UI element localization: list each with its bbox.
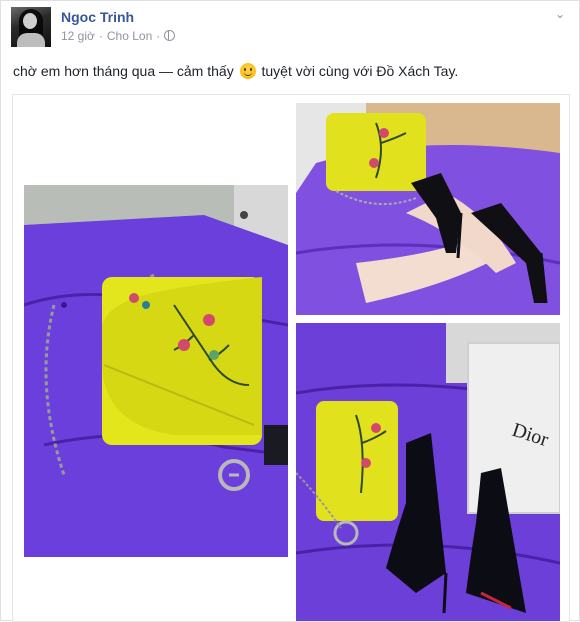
facebook-post: Ngoc Trinh 12 giờ · Cho Lon · ⌄ chờ em hơn … bbox=[0, 0, 580, 622]
chevron-down-icon[interactable]: ⌄ bbox=[553, 7, 567, 21]
photo-grid: Dior bbox=[12, 94, 570, 622]
author-avatar[interactable] bbox=[11, 7, 51, 47]
photo-bottom-right[interactable]: Dior bbox=[296, 323, 560, 621]
caption-text-end: tuyệt vời cùng với Đồ Xách Tay. bbox=[261, 63, 459, 79]
photo-main[interactable] bbox=[24, 185, 288, 557]
meta-separator: · bbox=[156, 29, 161, 43]
caption-text-start: chờ em hơn tháng qua — cảm thấy bbox=[13, 63, 234, 79]
post-location[interactable]: Cho Lon bbox=[107, 29, 152, 43]
post-time[interactable]: 12 giờ bbox=[61, 29, 95, 43]
photo-top-right[interactable] bbox=[296, 103, 560, 315]
avatar-shoulder bbox=[17, 33, 45, 47]
avatar-face bbox=[23, 13, 37, 29]
meta-separator: · bbox=[98, 29, 103, 43]
author-name[interactable]: Ngoc Trinh bbox=[61, 9, 134, 25]
photo-top-right-image bbox=[296, 103, 560, 315]
post-header: Ngoc Trinh 12 giờ · Cho Lon · ⌄ bbox=[11, 7, 571, 49]
smile-emoji-icon bbox=[239, 63, 256, 79]
globe-icon[interactable] bbox=[164, 30, 176, 41]
post-meta: 12 giờ · Cho Lon · bbox=[61, 29, 176, 43]
post-caption: chờ em hơn tháng qua — cảm thấy tuyệt vờ… bbox=[13, 63, 569, 79]
photo-main-image bbox=[24, 185, 288, 557]
photo-bottom-right-image: Dior bbox=[296, 323, 560, 621]
